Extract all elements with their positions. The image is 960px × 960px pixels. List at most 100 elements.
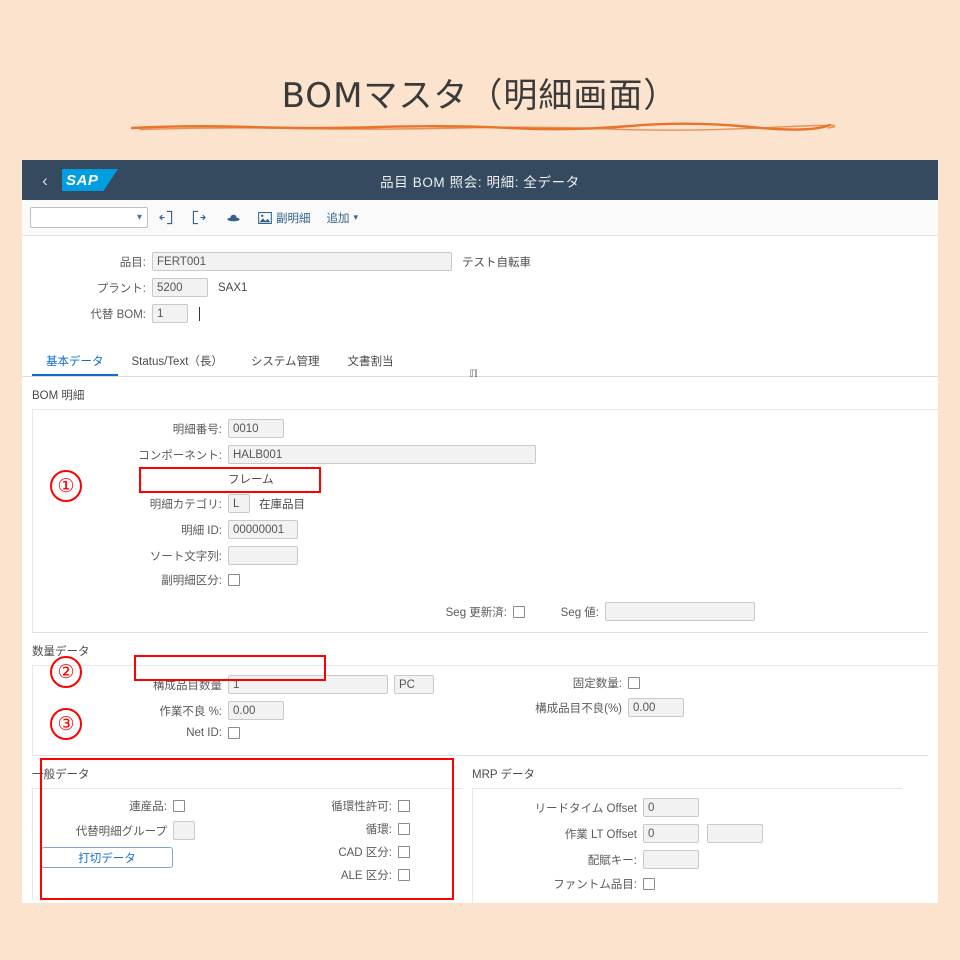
general-data-grid: 連産品: 代替明細グループ 打切データ 循環性許可: 循環: CAD 区分: A… <box>33 798 462 890</box>
operation-scrap-label: 作業不良 %: <box>159 705 222 718</box>
component-qty-row: 構成品目数量 1 PC <box>33 675 453 694</box>
item-category-value: L <box>233 497 240 510</box>
lead-time-offset-value: 0 <box>648 801 655 814</box>
bom-item-section-body: 明細番号: 0010 コンポーネント: HALB001 フレーム 明細カテゴリ:… <box>32 409 938 632</box>
op-lt-offset-field[interactable]: 0 <box>643 824 699 843</box>
sub-item-flag-label: 副明細区分: <box>161 575 222 587</box>
shell-title: 品目 BOM 照会: 明細: 全データ <box>380 175 580 190</box>
sort-string-field[interactable] <box>228 546 298 565</box>
component-row: コンポーネント: HALB001 <box>33 445 938 464</box>
phantom-item-checkbox[interactable] <box>643 878 655 890</box>
op-lt-offset-unit-field[interactable] <box>707 824 763 843</box>
op-lt-offset-value: 0 <box>648 827 655 840</box>
cad-indicator-label: CAD 区分: <box>338 847 392 859</box>
ale-indicator-checkbox[interactable] <box>398 869 410 881</box>
material-row: 品目: FERT001 テスト自転車 <box>22 252 938 271</box>
recursive-allowed-checkbox[interactable] <box>398 800 410 812</box>
alt-bom-label: 代替 BOM: <box>90 308 146 321</box>
item-number-label: 明細番号: <box>172 423 222 436</box>
component-qty-value: 1 <box>233 678 240 691</box>
component-field[interactable]: HALB001 <box>228 445 536 464</box>
general-data-section-title: 一般データ <box>32 769 90 781</box>
component-scrap-field[interactable]: 0.00 <box>628 698 684 717</box>
title-underline-decoration <box>130 122 835 132</box>
lead-time-offset-label: リードタイム Offset <box>534 802 637 815</box>
sub-item-button-label: 副明細 <box>276 212 311 225</box>
variant-select[interactable]: ▾ <box>30 207 148 228</box>
tab-status-text[interactable]: Status/Text（長） <box>118 348 237 376</box>
seg-value-field[interactable] <box>605 602 755 621</box>
cutoff-button-row: 打切データ <box>33 847 248 868</box>
general-data-block: 一般データ 連産品: 代替明細グループ 打切データ 循環性許可: 循環: CAD… <box>22 756 462 903</box>
slide-title-area: BOMマスタ（明細画面） <box>0 0 960 155</box>
lead-time-offset-field[interactable]: 0 <box>643 798 699 817</box>
general-data-section-body: 連産品: 代替明細グループ 打切データ 循環性許可: 循環: CAD 区分: A… <box>32 788 462 899</box>
general-mrp-grid: 一般データ 連産品: 代替明細グループ 打切データ 循環性許可: 循環: CAD… <box>22 756 938 903</box>
tab-basic-data-label: 基本データ <box>46 356 104 368</box>
coproduct-checkbox[interactable] <box>173 800 185 812</box>
net-id-label: Net ID: <box>186 727 222 739</box>
net-id-row: Net ID: <box>33 727 453 739</box>
quantity-left-column: 構成品目数量 1 PC 作業不良 %: 0.00 Net ID: <box>33 675 453 746</box>
quantity-right-column: 固定数量: 構成品目不良(%) 0.00 <box>453 675 873 746</box>
tab-system-admin[interactable]: システム管理 <box>237 348 334 376</box>
item-id-field[interactable]: 00000001 <box>228 520 298 539</box>
item-number-field[interactable]: 0010 <box>228 419 284 438</box>
tab-document-assignment-label: 文書割当 <box>347 356 394 368</box>
fixed-qty-row: 固定数量: <box>453 675 873 691</box>
distribution-key-row: 配賦キー: <box>473 850 902 869</box>
mrp-data-section-body: リードタイム Offset 0 作業 LT Offset 0 配賦キー: ファン… <box>472 788 902 903</box>
component-description-row: フレーム <box>33 471 938 487</box>
plant-value: 5200 <box>157 281 183 294</box>
bom-item-section-title: BOM 明細 <box>32 390 85 402</box>
next-item-icon[interactable] <box>182 205 216 231</box>
material-description: テスト自転車 <box>462 256 531 269</box>
distribution-key-field[interactable] <box>643 850 699 869</box>
alt-bom-field[interactable]: 1 <box>152 304 188 323</box>
back-chevron-icon[interactable]: ‹ <box>30 172 60 189</box>
material-field[interactable]: FERT001 <box>152 252 452 271</box>
cutoff-data-button-label: 打切データ <box>78 852 136 865</box>
item-id-row: 明細 ID: 00000001 <box>33 520 938 539</box>
component-qty-uom-field[interactable]: PC <box>394 675 434 694</box>
item-category-description: 在庫品目 <box>259 498 305 511</box>
item-category-field[interactable]: L <box>228 494 250 513</box>
quantity-data-section: 数量データ 構成品目数量 1 PC 作業不良 %: 0.00 Net ID: 固… <box>22 633 938 755</box>
tab-basic-data[interactable]: 基本データ <box>32 348 118 376</box>
mrp-data-section-title: MRP データ <box>472 769 536 781</box>
sub-item-button[interactable]: 副明細 <box>250 205 319 231</box>
seg-updated-checkbox[interactable] <box>513 605 525 618</box>
image-icon <box>258 211 272 224</box>
op-lt-offset-row: 作業 LT Offset 0 <box>473 824 902 843</box>
display-variant-icon[interactable] <box>216 205 250 231</box>
general-mrp-section: 一般データ 連産品: 代替明細グループ 打切データ 循環性許可: 循環: CAD… <box>22 756 938 903</box>
general-left-column: 連産品: 代替明細グループ 打切データ <box>33 798 248 890</box>
plant-field[interactable]: 5200 <box>152 278 208 297</box>
cad-indicator-checkbox[interactable] <box>398 846 410 858</box>
component-scrap-value: 0.00 <box>633 701 656 714</box>
cutoff-data-button[interactable]: 打切データ <box>41 847 173 868</box>
page-title: BOMマスタ（明細画面） <box>281 76 679 116</box>
component-value: HALB001 <box>233 448 283 461</box>
tab-status-text-label: Status/Text（長） <box>131 356 223 368</box>
plant-label: プラント: <box>96 282 146 295</box>
component-qty-field[interactable]: 1 <box>228 675 388 694</box>
recursive-checkbox[interactable] <box>398 823 410 835</box>
material-label: 品目: <box>119 256 146 269</box>
recursive-allowed-label: 循環性許可: <box>331 801 392 813</box>
general-right-column: 循環性許可: 循環: CAD 区分: ALE 区分: <box>248 798 433 890</box>
tab-bar: 基本データ Status/Text（長） システム管理 文書割当 <box>22 348 938 377</box>
tab-system-admin-label: システム管理 <box>250 356 320 368</box>
operation-scrap-value: 0.00 <box>233 704 256 717</box>
add-button[interactable]: 追加 ▾ <box>319 205 367 231</box>
alt-item-group-field[interactable] <box>173 821 195 840</box>
header-form: 品目: FERT001 テスト自転車 プラント: 5200 SAX1 代替 BO… <box>22 236 938 395</box>
net-id-checkbox[interactable] <box>228 727 240 739</box>
sub-item-flag-checkbox[interactable] <box>228 574 240 586</box>
tab-document-assignment[interactable]: 文書割当 <box>334 348 408 376</box>
cad-indicator-row: CAD 区分: <box>248 844 433 860</box>
fixed-qty-checkbox[interactable] <box>628 677 640 689</box>
component-scrap-label: 構成品目不良(%) <box>535 702 622 715</box>
operation-scrap-field[interactable]: 0.00 <box>228 701 284 720</box>
previous-item-icon[interactable] <box>148 205 182 231</box>
